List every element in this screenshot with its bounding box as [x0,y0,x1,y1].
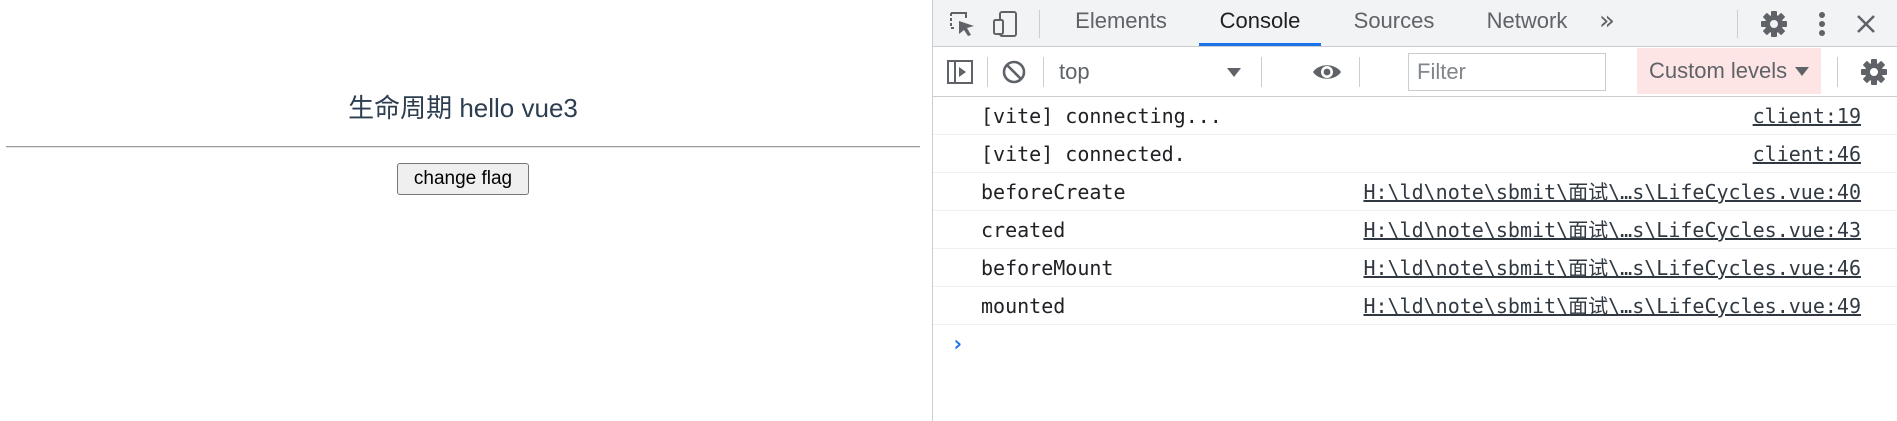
device-toggle-icon[interactable] [987,5,1025,43]
console-message-text: created [981,218,1066,242]
kebab-menu-icon[interactable] [1807,5,1837,43]
console-message: [vite] connected. client:46 [933,135,1897,173]
chevron-down-icon [1227,68,1241,77]
tab-elements[interactable]: Elements [1057,0,1185,46]
console-message-text: mounted [981,294,1066,318]
console-message-source-link[interactable]: H:\ld\note\sbmit\面试\…s\LifeCycles.vue:43 [1363,211,1861,249]
toolbar-divider [1837,57,1838,87]
gear-icon[interactable] [1755,5,1793,43]
toolbar-divider [1039,10,1040,38]
tab-sources[interactable]: Sources [1335,0,1453,46]
context-select-value: top [1059,59,1090,84]
eye-icon[interactable] [1307,53,1347,91]
console-prompt-input[interactable] [981,327,1861,363]
change-flag-button[interactable]: change flag [397,163,529,195]
console-message-text: beforeMount [981,256,1114,280]
tab-network[interactable]: Network [1467,0,1587,46]
toolbar-divider [1043,57,1044,87]
console-message-text: beforeCreate [981,180,1126,204]
toolbar-divider [987,57,988,87]
toolbar-divider [1261,57,1262,87]
context-select[interactable]: top [1059,53,1249,91]
console-message-text: [vite] connecting... [981,104,1222,128]
tab-console[interactable]: Console [1199,0,1321,46]
toolbar-divider [1359,57,1360,87]
devtools-tabbar: Elements Console Sources Network » [933,0,1897,47]
console-message: beforeCreate H:\ld\note\sbmit\面试\…s\Life… [933,173,1897,211]
chevron-down-icon [1795,67,1809,76]
devtools-panel: Elements Console Sources Network » top F… [932,0,1897,421]
clear-console-icon[interactable] [995,53,1033,91]
console-settings-gear-icon[interactable] [1855,53,1893,91]
toolbar-divider [1737,10,1738,38]
console-message: [vite] connecting... client:19 [933,97,1897,135]
console-message-source-link[interactable]: H:\ld\note\sbmit\面试\…s\LifeCycles.vue:40 [1363,173,1861,211]
page-heading: 生命周期 hello vue3 [348,93,578,123]
console-toolbar: top Custom levels [933,47,1897,97]
close-icon[interactable] [1847,5,1885,43]
console-message: created H:\ld\note\sbmit\面试\…s\LifeCycle… [933,211,1897,249]
sidebar-toggle-icon[interactable] [941,53,979,91]
horizontal-rule [6,146,920,148]
custom-levels-dropdown[interactable]: Custom levels [1637,48,1821,94]
console-message-text: [vite] connected. [981,142,1186,166]
console-message-source-link[interactable]: H:\ld\note\sbmit\面试\…s\LifeCycles.vue:46 [1363,249,1861,287]
console-message-source-link[interactable]: client:19 [1753,97,1861,135]
page-viewport: 生命周期 hello vue3 change flag [0,0,932,421]
console-message-source-link[interactable]: H:\ld\note\sbmit\面试\…s\LifeCycles.vue:49 [1363,287,1861,325]
console-message: mounted H:\ld\note\sbmit\面试\…s\LifeCycle… [933,287,1897,325]
custom-levels-label: Custom levels [1649,58,1788,83]
console-message: beforeMount H:\ld\note\sbmit\面试\…s\LifeC… [933,249,1897,287]
more-tabs-button[interactable]: » [1599,0,1615,46]
console-messages: [vite] connecting... client:19 [vite] co… [933,97,1897,365]
prompt-chevron-icon: › [951,332,965,357]
console-message-source-link[interactable]: client:46 [1753,135,1861,173]
inspect-element-icon[interactable] [943,5,981,43]
console-prompt: › [933,325,1897,365]
filter-input[interactable] [1408,53,1606,91]
